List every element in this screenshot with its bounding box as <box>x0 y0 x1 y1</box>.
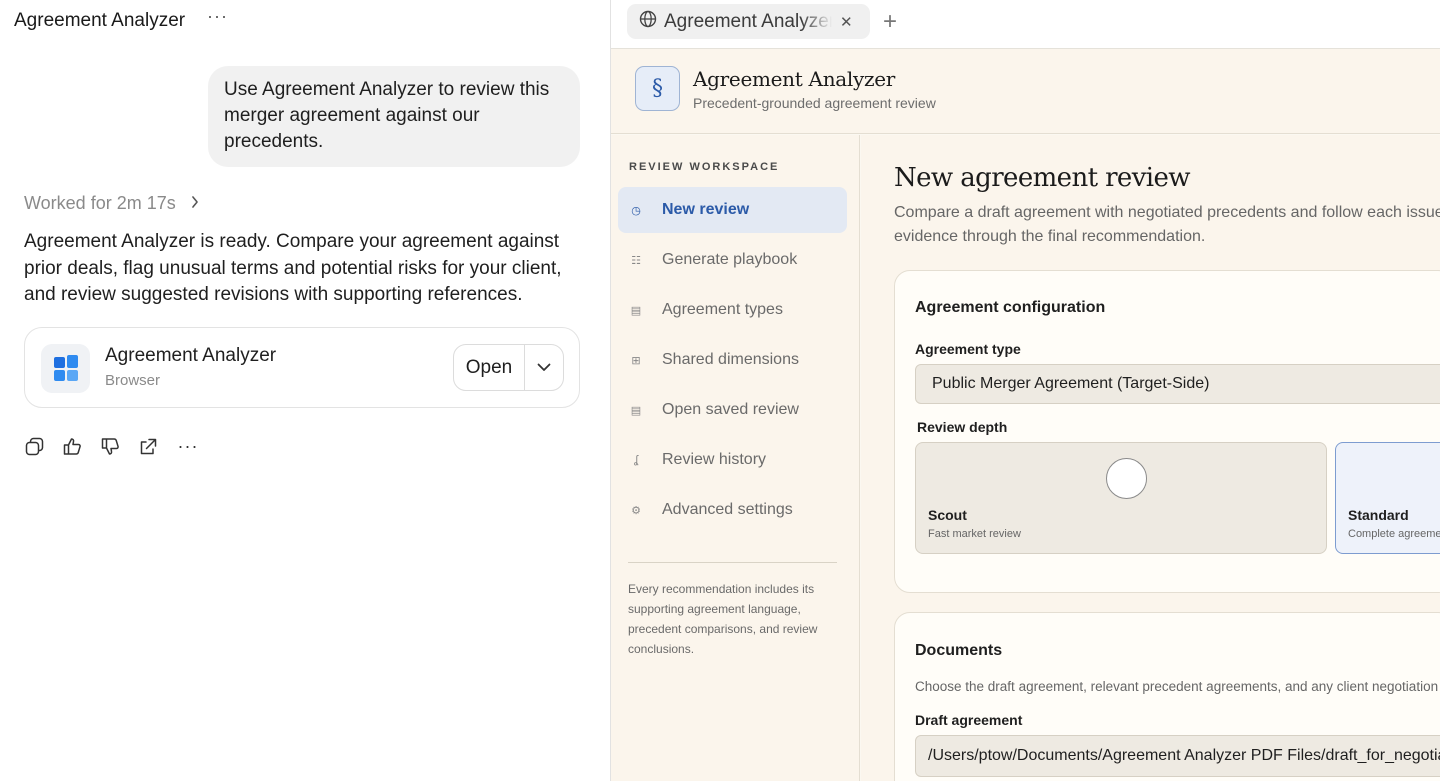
section-sign-logo: § <box>635 66 680 111</box>
documents-panel: Documents Choose the draft agreement, re… <box>894 612 1440 781</box>
browser-pane: Agreement Analyzer ✕ + § Agreement Analy… <box>611 0 1440 781</box>
sidebar-item-label: Generate playbook <box>662 251 798 268</box>
depth-option-description: Complete agreement review <box>1348 528 1440 540</box>
worked-for-toggle[interactable]: Worked for 2m 17s <box>24 193 200 214</box>
agreement-type-label: Agreement type <box>915 341 1021 357</box>
sidebar: REVIEW WORKSPACE ◷ New review ☷ Generate… <box>611 135 860 781</box>
page-description: Compare a draft agreement with negotiate… <box>894 204 1440 245</box>
open-button-group: Open <box>453 344 564 391</box>
depth-option-name: Scout <box>928 507 967 523</box>
close-icon[interactable]: ✕ <box>840 13 853 31</box>
more-options-icon[interactable]: ··· <box>207 6 228 27</box>
sidebar-nav: ◷ New review ☷ Generate playbook ▤ Agree… <box>618 187 847 537</box>
sidebar-item-label: New review <box>662 201 750 218</box>
sidebar-note: Every recommendation includes its suppor… <box>628 582 818 656</box>
tab-label: Agreement Analyzer <box>664 10 832 32</box>
app-card: Agreement Analyzer Browser Open <box>24 327 580 408</box>
sidebar-heading: REVIEW WORKSPACE <box>629 161 780 173</box>
globe-icon <box>639 10 657 33</box>
documents-heading: Documents <box>915 642 1003 659</box>
chevron-right-icon <box>191 193 198 214</box>
sidebar-item-generate-playbook[interactable]: ☷ Generate playbook <box>618 237 847 283</box>
copy-icon[interactable] <box>24 436 44 456</box>
draft-agreement-path-field[interactable]: /Users/ptow/Documents/Agreement Analyzer… <box>915 735 1440 777</box>
config-heading: Agreement configuration <box>915 299 1106 316</box>
app-grid-icon <box>41 344 90 393</box>
sidebar-item-label: Shared dimensions <box>662 351 799 368</box>
sidebar-divider <box>628 562 837 563</box>
user-message: Use Agreement Analyzer to review this me… <box>208 66 580 167</box>
app-title: Agreement Analyzer <box>693 67 896 91</box>
depth-option-description: Fast market review <box>928 528 1021 540</box>
app-card-subtitle: Browser <box>105 372 161 389</box>
sidebar-item-agreement-types[interactable]: ▤ Agreement types <box>618 287 847 333</box>
grid-icon: ⊞ <box>631 354 641 367</box>
folder-icon: ▤ <box>630 404 642 417</box>
clock-icon: ◷ <box>631 204 641 217</box>
thumbs-down-icon[interactable] <box>100 436 120 456</box>
radio-button[interactable] <box>1106 458 1147 499</box>
tab-bar: Agreement Analyzer ✕ + <box>611 0 1440 49</box>
more-icon[interactable]: ··· <box>176 436 200 456</box>
assistant-message: Agreement Analyzer is ready. Compare you… <box>24 231 562 305</box>
chevron-down-icon[interactable] <box>525 345 563 390</box>
sidebar-item-new-review[interactable]: ◷ New review <box>618 187 847 233</box>
sidebar-item-open-saved-review[interactable]: ▤ Open saved review <box>618 387 847 433</box>
message-actions: ··· <box>24 436 200 456</box>
new-tab-icon[interactable]: + <box>883 8 897 36</box>
sidebar-item-label: Open saved review <box>662 401 799 418</box>
gear-icon: ⚙ <box>631 504 641 517</box>
sidebar-item-review-history[interactable]: ʆ Review history <box>618 437 847 483</box>
review-depth-scout[interactable]: Scout Fast market review <box>915 442 1327 554</box>
chat-title: Agreement Analyzer <box>14 10 186 31</box>
chat-pane: Agreement Analyzer ··· Use Agreement Ana… <box>0 0 610 781</box>
agreement-type-select[interactable]: Public Merger Agreement (Target-Side) <box>915 364 1440 404</box>
sidebar-item-label: Review history <box>662 451 767 468</box>
document-icon: ▤ <box>630 304 642 317</box>
thumbs-up-icon[interactable] <box>62 436 82 456</box>
app-subtitle: Precedent-grounded agreement review <box>693 95 936 111</box>
sidebar-item-label: Agreement types <box>662 301 783 318</box>
app-card-name: Agreement Analyzer <box>105 345 277 366</box>
browser-tab[interactable]: Agreement Analyzer ✕ <box>627 4 870 39</box>
depth-option-name: Standard <box>1348 507 1409 523</box>
app-header: § Agreement Analyzer Precedent-grounded … <box>611 49 1440 134</box>
sidebar-item-advanced-settings[interactable]: ⚙ Advanced settings <box>618 487 847 533</box>
draft-agreement-label: Draft agreement <box>915 712 1023 728</box>
page-title: New agreement review <box>894 163 1191 193</box>
review-depth-standard[interactable]: Standard Complete agreement review <box>1335 442 1440 554</box>
worked-for-label: Worked for 2m 17s <box>24 193 176 213</box>
list-icon: ☷ <box>631 254 641 267</box>
documents-description: Choose the draft agreement, relevant pre… <box>915 679 1440 694</box>
history-icon: ʆ <box>634 454 638 466</box>
sidebar-item-shared-dimensions[interactable]: ⊞ Shared dimensions <box>618 337 847 383</box>
open-button[interactable]: Open <box>454 345 525 390</box>
main-content: New agreement review Compare a draft agr… <box>861 135 1440 781</box>
review-depth-label: Review depth <box>917 419 1008 435</box>
agreement-configuration-panel: Agreement configuration Agreement type P… <box>894 270 1440 593</box>
share-icon[interactable] <box>138 436 158 456</box>
sidebar-item-label: Advanced settings <box>662 501 793 518</box>
